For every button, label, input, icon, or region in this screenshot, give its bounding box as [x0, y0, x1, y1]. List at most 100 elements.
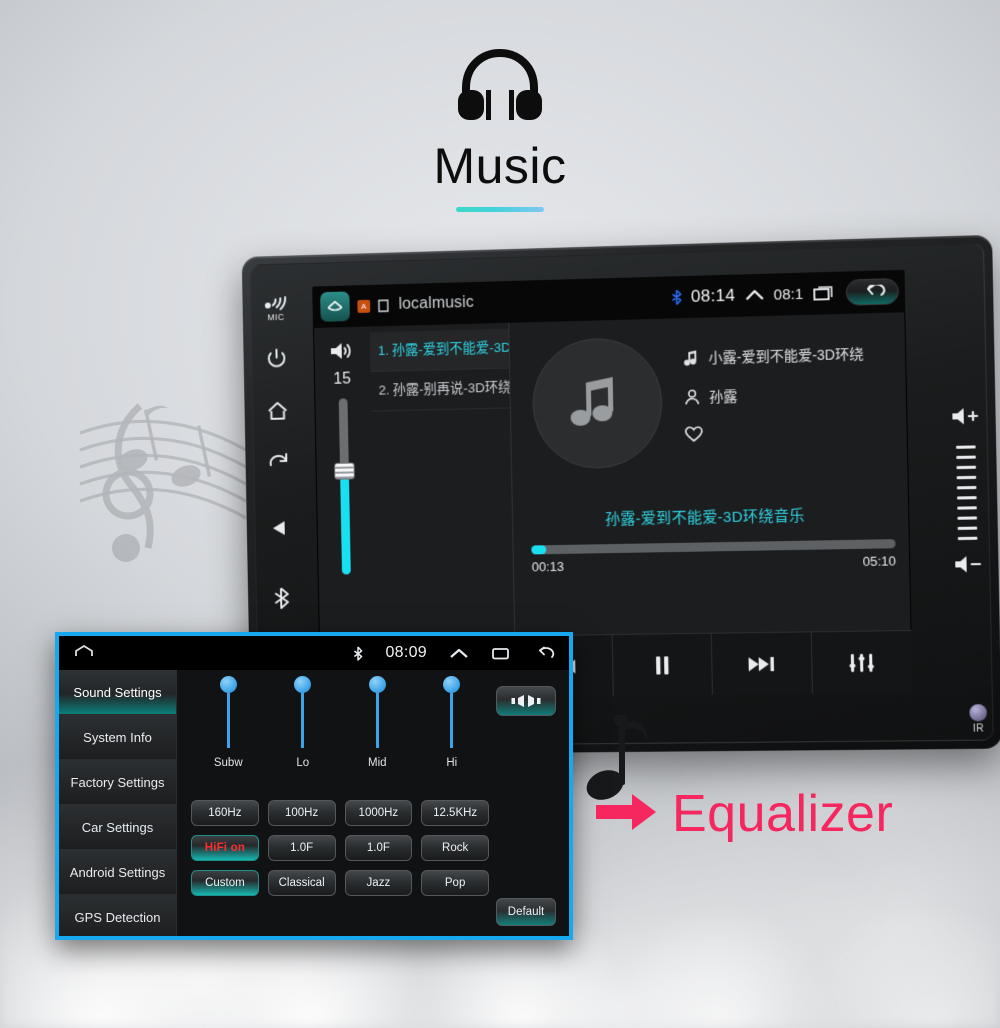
page-header: Music — [0, 46, 1000, 212]
chevron-up-icon[interactable] — [449, 647, 469, 660]
band-sliders[interactable]: Subw Lo Mid Hi — [191, 676, 490, 769]
notification-badge: A — [357, 299, 371, 313]
play-triangle-icon[interactable] — [269, 518, 291, 543]
home-icon[interactable] — [73, 644, 95, 663]
playlist-title: 孙露-爱到不能爱-3D — [391, 339, 510, 358]
return-icon[interactable] — [267, 452, 291, 475]
back-icon[interactable] — [533, 646, 555, 660]
clock-secondary: 08:1 — [773, 285, 804, 304]
favorite-row[interactable] — [685, 422, 865, 442]
sidebar-item-label: Factory Settings — [70, 774, 165, 790]
progress-times: 00:13 05:10 — [532, 553, 896, 574]
equalizer-annotation: Equalizer — [596, 788, 893, 840]
artist-row: 孙露 — [684, 383, 865, 407]
clock: 08:09 — [385, 644, 427, 661]
preset-button-rock[interactable]: Rock — [421, 835, 489, 861]
lyric-line: 孙露-爱到不能爱-3D环绕音乐 — [604, 507, 805, 529]
hifi-toggle-button[interactable]: HiFi on — [191, 835, 259, 861]
volume-slider[interactable] — [333, 398, 355, 575]
button-row-presets: Custom Classical Jazz Pop — [191, 870, 489, 896]
slider-lo[interactable]: Lo — [266, 676, 341, 769]
next-button[interactable] — [711, 632, 813, 695]
recents-icon[interactable] — [491, 646, 511, 661]
annotation-label: Equalizer — [672, 785, 894, 843]
sidebar-item-sound-settings[interactable]: Sound Settings — [59, 670, 176, 715]
list-item[interactable]: 2. 孙露-别再说-3D环绕... — [370, 368, 510, 412]
preset-button-custom[interactable]: Custom — [191, 870, 259, 896]
volume-up-icon[interactable] — [949, 405, 980, 431]
equalizer-statusbar-right: 08:09 — [353, 644, 555, 662]
bluetooth-icon — [354, 645, 363, 661]
list-item[interactable]: 1. 孙露-爱到不能爱-3D — [369, 328, 510, 372]
progress-area[interactable]: 00:13 05:10 — [531, 539, 896, 574]
statusbar-right: 08:14 08:1 — [671, 278, 900, 310]
home-icon[interactable] — [266, 400, 290, 427]
headphones-icon — [0, 46, 1000, 131]
progress-slider[interactable] — [531, 539, 896, 555]
title-underline — [456, 207, 544, 212]
volume-down-icon[interactable] — [952, 553, 983, 579]
sidebar-item-label: Android Settings — [69, 864, 166, 880]
back-button[interactable] — [845, 278, 900, 306]
track-title: 小露-爱到不能爱-3D环绕 — [708, 345, 864, 366]
track-metadata: 小露-爱到不能爱-3D环绕 孙露 — [683, 344, 865, 462]
pause-button[interactable] — [612, 633, 713, 697]
head-unit-right-keys — [933, 247, 1000, 737]
freq-button-12-5khz[interactable]: 12.5KHz — [421, 800, 489, 826]
app-title: localmusic — [398, 293, 475, 313]
preset-button-pop[interactable]: Pop — [421, 870, 489, 896]
clock: 08:14 — [690, 285, 736, 306]
slider-rail[interactable] — [294, 676, 312, 748]
slider-rail[interactable] — [219, 676, 237, 748]
track-row: 小露-爱到不能爱-3D环绕 — [683, 344, 864, 369]
speaker-icon — [329, 341, 355, 366]
slider-subw[interactable]: Subw — [191, 676, 266, 769]
equalizer-window[interactable]: 08:09 Sound Settings System Info Factory… — [55, 632, 573, 940]
sidebar-item-label: GPS Detection — [74, 909, 161, 925]
mic-label: MIC — [267, 311, 285, 323]
sidebar-item-factory-settings[interactable]: Factory Settings — [59, 760, 176, 805]
slider-mid[interactable]: Mid — [340, 676, 415, 769]
equalizer-button[interactable] — [812, 631, 913, 694]
slider-label: Hi — [446, 757, 458, 769]
music-note-icon — [570, 377, 614, 426]
sidebar-item-android-settings[interactable]: Android Settings — [59, 850, 176, 895]
music-note-icon — [684, 350, 697, 366]
bluetooth-icon[interactable] — [271, 586, 291, 615]
sidebar-item-car-settings[interactable]: Car Settings — [59, 805, 176, 850]
total-time: 05:10 — [862, 553, 897, 570]
freq-button-100hz[interactable]: 100Hz — [267, 800, 336, 826]
playlist-index: 1. — [377, 342, 390, 358]
slider-rail[interactable] — [368, 676, 386, 748]
ir-receiver-icon — [969, 704, 988, 722]
chevron-up-icon[interactable] — [744, 288, 764, 303]
slider-rail[interactable] — [443, 676, 461, 748]
volume-slider-thumb[interactable] — [333, 462, 355, 480]
equalizer-buttons[interactable]: 160Hz 100Hz 1000Hz 12.5KHz HiFi on 1.0F … — [191, 800, 489, 905]
slider-hi[interactable]: Hi — [415, 676, 490, 769]
equalizer-body: Sound Settings System Info Factory Setti… — [59, 670, 569, 936]
q-factor-button-1[interactable]: 1.0F — [267, 835, 336, 861]
playlist-title: 孙露-别再说-3D环绕... — [392, 379, 510, 398]
ir-receiver: IR — [969, 704, 988, 735]
recents-icon[interactable] — [812, 285, 833, 302]
freq-button-1000hz[interactable]: 1000Hz — [344, 800, 413, 826]
heart-icon[interactable] — [685, 426, 703, 442]
power-icon[interactable] — [266, 347, 288, 374]
sidebar-item-label: Car Settings — [81, 819, 154, 835]
q-factor-button-2[interactable]: 1.0F — [344, 835, 413, 861]
preset-button-jazz[interactable]: Jazz — [344, 870, 413, 896]
sidebar-item-system-info[interactable]: System Info — [59, 715, 176, 760]
preset-button-classical[interactable]: Classical — [267, 870, 336, 896]
volume-value: 15 — [333, 370, 352, 388]
default-button[interactable]: Default — [496, 898, 556, 926]
balance-fader-button[interactable] — [496, 686, 556, 716]
button-row-frequencies: 160Hz 100Hz 1000Hz 12.5KHz — [191, 800, 489, 826]
settings-sidebar[interactable]: Sound Settings System Info Factory Setti… — [59, 670, 177, 936]
current-time: 00:13 — [531, 558, 565, 575]
page-title: Music — [433, 138, 567, 194]
freq-button-160hz[interactable]: 160Hz — [191, 800, 259, 826]
launcher-home-icon[interactable] — [320, 291, 350, 322]
sd-card-icon — [378, 299, 389, 312]
sidebar-item-gps-detection[interactable]: GPS Detection — [59, 895, 176, 936]
